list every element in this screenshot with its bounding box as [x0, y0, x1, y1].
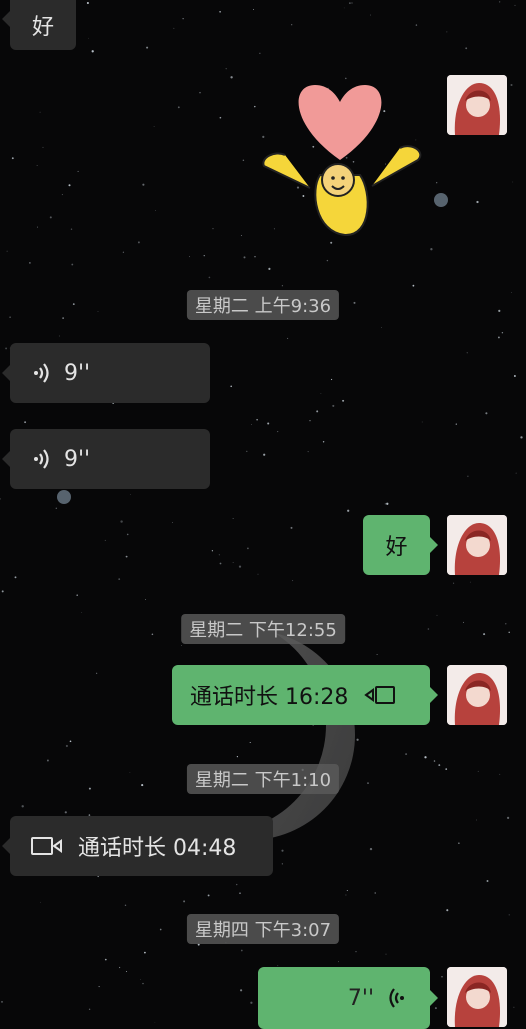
message-text: 好 [385, 535, 408, 560]
message-text: 好 [31, 15, 54, 40]
timestamp: 星期二 下午1:10 [186, 764, 340, 794]
timestamp: 星期二 下午12:55 [181, 614, 345, 644]
video-call-icon [30, 834, 64, 858]
video-call-record-sent[interactable]: 通话时长 16:28 [172, 665, 438, 725]
message-bubble-received[interactable]: 好 [2, 0, 76, 50]
voice-duration: 7'' [347, 985, 374, 1011]
timestamp: 星期四 下午3:07 [186, 914, 340, 944]
sticker-message[interactable] [250, 80, 430, 240]
avatar[interactable] [447, 75, 507, 135]
message-bubble-sent[interactable]: 好 [363, 515, 438, 575]
avatar[interactable] [447, 515, 507, 575]
voice-duration: 9'' [64, 360, 91, 386]
voice-duration: 9'' [64, 446, 91, 472]
voice-wave-icon [384, 986, 408, 1010]
timestamp: 星期二 上午9:36 [186, 290, 340, 320]
avatar[interactable] [447, 967, 507, 1027]
voice-wave-icon [30, 361, 54, 385]
video-call-icon [364, 683, 398, 707]
heart-person-sticker [262, 85, 422, 237]
call-duration: 通话时长 16:28 [190, 685, 349, 710]
voice-message[interactable]: 9'' [2, 343, 210, 403]
voice-wave-icon [30, 447, 54, 471]
voice-message-sent[interactable]: 7'' [258, 967, 438, 1029]
call-duration: 通话时长 04:48 [78, 836, 237, 861]
avatar[interactable] [447, 665, 507, 725]
chat-area: 好 星期二 上午9:36 9'' 9'' 好 星期二 下午12:55 通话时长 … [0, 0, 526, 1029]
video-call-record-received[interactable]: 通话时长 04:48 [2, 816, 273, 876]
voice-message[interactable]: 9'' [2, 429, 210, 489]
